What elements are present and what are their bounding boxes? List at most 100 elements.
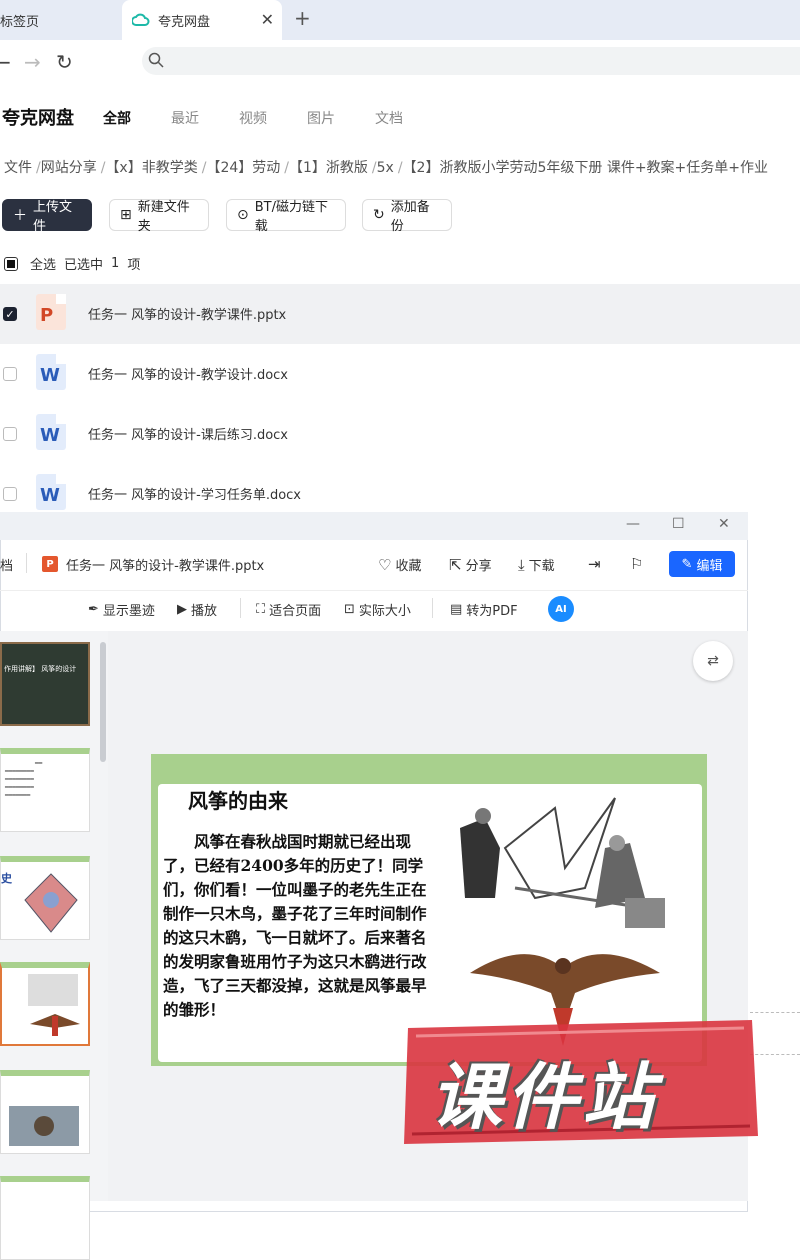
slide-thumbnail-5[interactable] [0,1070,90,1154]
fit-page-button[interactable]: ⛶ 适合页面 [256,600,321,619]
pdf-icon: ▤ [450,602,463,617]
add-backup-label: 添加备份 [390,200,430,234]
breadcrumb-item-current: 【2】浙教版小学劳动5年级下册 课件+教案+任务单+作业 [402,160,769,176]
selected-count: 1 [111,256,120,271]
close-window-icon[interactable]: ✕ [718,516,730,532]
doc-label[interactable]: 档 [0,555,13,574]
docx-file-icon: W [36,414,66,450]
thumbnail-title: 史 [1,872,12,885]
browser-tab-1[interactable]: 标签页 [0,0,120,40]
minimize-icon[interactable]: — [626,516,640,532]
slide-thumbnail-6[interactable] [0,1176,90,1260]
file-checkbox[interactable]: ✓ [3,307,17,321]
forward-icon[interactable]: → [24,50,41,74]
to-pdf-label: 转为PDF [466,604,518,619]
slide-body-text: 风筝在春秋战国时期就已经出现了，已经有2400多年的历史了！同学们，你们看！一位… [163,832,427,1019]
pptx-icon: P [42,556,58,572]
search-icon [148,52,164,68]
divider [240,598,241,618]
new-folder-label: 新建文件夹 [137,200,190,234]
actual-size-label: 实际大小 [358,604,411,619]
tab-title: 标签页 [0,14,40,30]
guide-line [750,1012,800,1013]
app-title: 夸克网盘 [2,108,74,129]
edit-button[interactable]: ✎ 编辑 [669,551,735,577]
divider [26,553,27,573]
show-ink-button[interactable]: ✒ 显示墨迹 [88,600,155,619]
upload-file-label: 上传文件 [33,200,73,234]
reload-icon[interactable]: ↻ [56,50,73,74]
thumbnail-title: 作用讲解】 风筝的设计 [4,665,77,673]
share-label: 分享 [465,559,492,574]
selected-text: 已选中 [64,258,104,273]
close-tab-icon[interactable]: ✕ [261,10,274,29]
pdf-convert-icon[interactable]: ⇄ [693,641,733,681]
breadcrumb-item[interactable]: 文件 [4,160,32,176]
slide-thumbnail-2[interactable]: ━━ ━━━━━━━━ ━━━━━━━━ ━━━━━━━━ ━━━━━━━ [0,748,90,832]
file-name[interactable]: 任务一 风筝的设计-教学设计.docx [88,364,288,383]
upload-file-button[interactable]: ＋ 上传文件 [2,199,92,234]
tab-all[interactable]: 全部 [103,108,131,128]
download-button[interactable]: ⤓ 下载 [518,555,555,575]
divider [432,598,433,618]
breadcrumb-item[interactable]: 5x [377,160,394,176]
watermark-text: 课件站 [430,1055,659,1139]
tab-document[interactable]: 文档 [375,108,403,128]
new-folder-button[interactable]: ⊞ 新建文件夹 [109,199,209,234]
breadcrumb-item[interactable]: 【x】非教学类 [105,160,197,176]
back-icon[interactable]: ← [0,50,11,74]
show-ink-label: 显示墨迹 [102,604,155,619]
collect-button[interactable]: ♡ 收藏 [378,555,422,575]
file-checkbox[interactable] [3,487,17,501]
slide-thumbnail-4[interactable] [0,962,90,1046]
file-checkbox[interactable] [3,427,17,441]
docx-file-icon: W [36,354,66,390]
breadcrumb-item[interactable]: 网站分享 [41,160,97,176]
breadcrumb-item[interactable]: 【24】劳动 [206,160,280,176]
tab-recent[interactable]: 最近 [171,108,199,128]
new-tab-icon[interactable]: + [294,6,311,30]
share-button[interactable]: ⇱ 分享 [449,555,492,575]
thumbnail-scrollbar[interactable] [100,642,106,762]
heart-icon: ♡ [378,555,392,574]
play-label: 播放 [191,604,218,619]
file-row[interactable]: W 任务一 风筝的设计-课后练习.docx [0,404,800,464]
feedback-icon[interactable]: ⚐ [630,555,647,573]
bt-download-button[interactable]: ⊙ BT/磁力链下载 [226,199,346,234]
maximize-icon[interactable]: ☐ [672,516,685,532]
actual-size-button[interactable]: ⊡ 实际大小 [344,600,411,619]
craftsmen-illustration [460,797,665,1046]
play-button[interactable]: ▶ 播放 [177,600,217,619]
kite-image [24,873,78,933]
file-row[interactable]: W 任务一 风筝的设计-教学设计.docx [0,344,800,404]
file-row[interactable]: ✓ P 任务一 风筝的设计-教学课件.pptx [0,284,800,344]
tab-image[interactable]: 图片 [307,108,335,128]
fit-icon: ⛶ [256,602,266,617]
file-name[interactable]: 任务一 风筝的设计-课后练习.docx [88,424,288,443]
browser-tab-quark[interactable]: 夸克网盘 ✕ [122,0,282,40]
breadcrumb-item[interactable]: 【1】浙教版 [289,160,368,176]
address-bar[interactable] [142,47,800,75]
selected-unit: 项 [127,258,141,273]
collect-label: 收藏 [395,559,422,574]
select-all-checkbox[interactable] [4,256,18,271]
play-icon: ▶ [177,602,187,617]
bt-download-label: BT/磁力链下载 [254,200,328,234]
add-backup-button[interactable]: ↻ 添加备份 [362,199,452,234]
browser-tab-strip [0,0,800,40]
select-all-label[interactable]: 全选 [30,254,56,273]
file-checkbox[interactable] [3,367,17,381]
ink-icon: ✒ [88,602,99,617]
file-name[interactable]: 任务一 风筝的设计-教学课件.pptx [88,304,286,323]
file-name[interactable]: 任务一 风筝的设计-学习任务单.docx [88,484,301,503]
breadcrumb: 文件/网站分享/【x】非教学类/【24】劳动/【1】浙教版/5x/【2】浙教版小… [4,157,768,177]
to-pdf-button[interactable]: ▤ 转为PDF [450,600,518,619]
slide-thumbnail-1[interactable]: 作用讲解】 风筝的设计 [0,642,90,726]
ai-assistant-icon[interactable]: AI [548,596,574,622]
export-icon[interactable]: ⇥ [588,555,605,573]
share-icon: ⇱ [449,555,462,574]
fit-page-label: 适合页面 [269,604,322,619]
tab-video[interactable]: 视频 [239,108,267,128]
slide-thumbnail-3[interactable]: 史 [0,856,90,940]
preview-filename: 任务一 风筝的设计-教学课件.pptx [66,559,265,574]
